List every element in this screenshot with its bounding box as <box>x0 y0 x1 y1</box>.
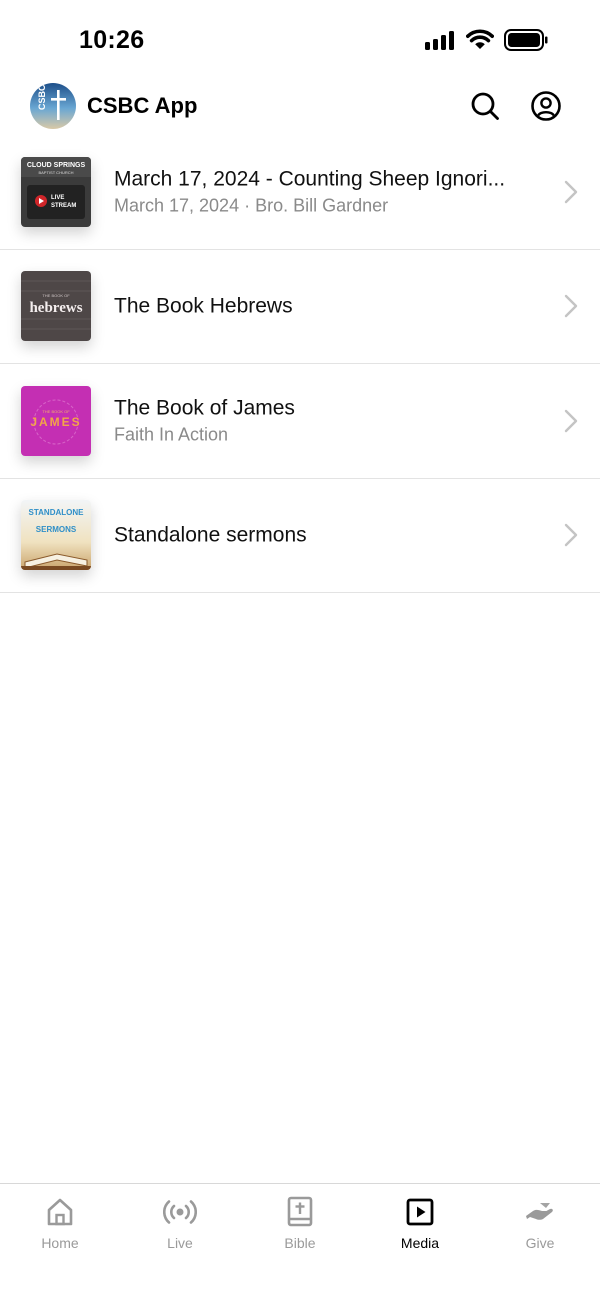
chevron-right-icon <box>564 180 578 203</box>
tab-label: Home <box>41 1235 79 1251</box>
give-hand-icon <box>526 1203 553 1220</box>
svg-text:BAPTIST CHURCH: BAPTIST CHURCH <box>38 170 73 175</box>
hebrews-thumbnail: THE BOOK OF hebrews <box>21 271 91 342</box>
james-thumbnail: THE BOOK OF JAMES <box>21 385 91 456</box>
chevron-right-icon <box>564 409 578 432</box>
svg-text:STANDALONE: STANDALONE <box>29 508 85 517</box>
tab-home[interactable]: Home <box>0 1184 120 1300</box>
profile-button[interactable] <box>530 90 562 122</box>
tab-label: Give <box>525 1235 555 1251</box>
play-square-icon <box>406 1198 434 1226</box>
church-logo: CSBC <box>30 83 76 129</box>
tab-label: Media <box>400 1235 440 1251</box>
app-title: CSBC App <box>87 93 198 118</box>
list-item-title: Standalone sermons <box>114 523 307 547</box>
tab-give[interactable]: Give <box>480 1184 600 1300</box>
svg-text:CSBC: CSBC <box>37 84 47 110</box>
list-item-title: The Book of James <box>114 396 295 420</box>
svg-text:STREAM: STREAM <box>51 203 76 209</box>
svg-text:CLOUD SPRINGS: CLOUD SPRINGS <box>27 162 86 169</box>
tab-bible[interactable]: Bible <box>240 1184 360 1300</box>
svg-text:LIVE: LIVE <box>51 195 64 201</box>
list-item-text: March 17, 2024 - Counting Sheep Ignori..… <box>114 165 545 218</box>
media-list: CLOUD SPRINGS BAPTIST CHURCH LIVE STREAM… <box>0 135 600 593</box>
list-item[interactable]: THE BOOK OF hebrews The Book Hebrews <box>0 250 600 364</box>
list-item-text: The Book of James Faith In Action <box>114 394 545 447</box>
bible-icon <box>287 1196 313 1227</box>
tab-label: Bible <box>284 1235 316 1251</box>
tab-live[interactable]: Live <box>120 1184 240 1300</box>
svg-text:hebrews: hebrews <box>29 300 82 316</box>
search-button[interactable] <box>469 90 501 122</box>
wifi-icon <box>466 29 494 49</box>
list-item-subtitle: Faith In Action <box>114 424 229 445</box>
tab-label: Live <box>167 1235 193 1251</box>
app-header: CSBC CSBC App <box>0 80 600 138</box>
home-icon <box>47 1198 73 1226</box>
list-item-title: The Book Hebrews <box>114 294 293 318</box>
svg-text:JAMES: JAMES <box>30 415 81 429</box>
live-stream-thumbnail: CLOUD SPRINGS BAPTIST CHURCH LIVE STREAM <box>21 156 91 227</box>
chevron-right-icon <box>564 524 578 547</box>
status-time: 10:26 <box>79 26 145 54</box>
list-item-title: March 17, 2024 - Counting Sheep Ignori..… <box>114 167 506 191</box>
svg-text:THE BOOK OF: THE BOOK OF <box>42 409 70 414</box>
broadcast-icon <box>163 1200 197 1224</box>
list-item[interactable]: THE BOOK OF JAMES The Book of James Fait… <box>0 364 600 479</box>
user-profile-icon <box>531 91 561 121</box>
chevron-right-icon <box>564 295 578 318</box>
bottom-tab-bar: Home Live Bible Media Give <box>0 1183 600 1300</box>
tab-media[interactable]: Media <box>360 1184 480 1300</box>
list-item[interactable]: STANDALONE SERMONS Standalone sermons <box>0 479 600 593</box>
list-item[interactable]: CLOUD SPRINGS BAPTIST CHURCH LIVE STREAM… <box>0 135 600 250</box>
list-item-subtitle: March 17, 2024 · Bro. Bill Gardner <box>114 195 389 216</box>
svg-text:THE BOOK OF: THE BOOK OF <box>42 293 70 298</box>
list-item-text: Standalone sermons <box>114 522 545 549</box>
standalone-sermons-thumbnail: STANDALONE SERMONS <box>21 500 91 571</box>
svg-text:SERMONS: SERMONS <box>36 525 77 534</box>
search-icon <box>471 92 499 120</box>
media-screen: 10:26 CSBC CSBC App CLOUD SPRINGS BAPTIS… <box>0 0 600 1300</box>
list-item-text: The Book Hebrews <box>114 293 545 320</box>
status-bar: 10:26 <box>0 0 600 80</box>
cellular-signal-icon <box>425 30 454 50</box>
battery-icon <box>504 29 548 51</box>
